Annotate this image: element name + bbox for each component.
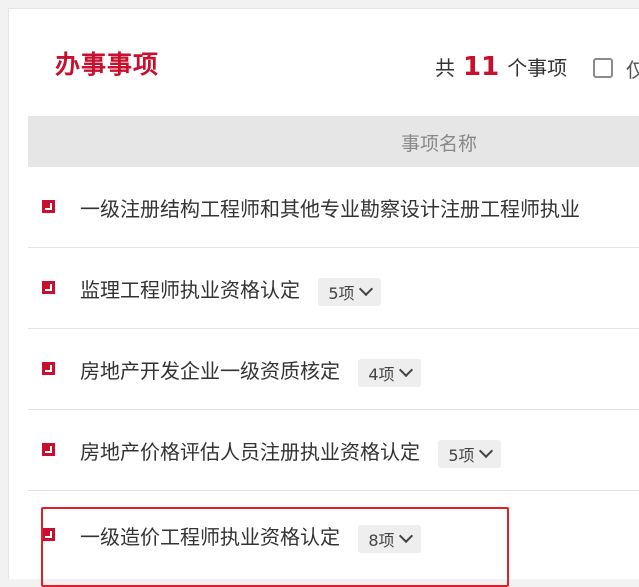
count-value: 11 xyxy=(463,52,500,82)
table-header: 事项名称 xyxy=(28,116,639,167)
highlight-box xyxy=(41,507,509,587)
count-suffix: 个事项 xyxy=(507,56,568,80)
checkbox-label[interactable]: 仅 xyxy=(626,54,639,83)
arrow-square-icon xyxy=(42,443,55,456)
item-title[interactable]: 房地产价格评估人员注册执业资格认定 xyxy=(80,440,420,464)
chevron-down-icon xyxy=(478,443,493,459)
list-item-label[interactable]: 一级注册结构工程师和其他专业勘察设计注册工程师执业 xyxy=(80,193,580,222)
filter-checkbox[interactable] xyxy=(593,58,613,78)
item-title[interactable]: 房地产开发企业一级资质核定 xyxy=(80,359,340,383)
arrow-square-icon xyxy=(42,281,55,294)
page-title: 办事事项 xyxy=(55,50,160,79)
sub-item-dropdown[interactable]: 5项 xyxy=(438,439,501,468)
list-item[interactable]: 监理工程师执业资格认定 5项 xyxy=(28,248,639,329)
sub-item-count: 5项 xyxy=(448,445,475,465)
chevron-down-icon xyxy=(398,362,413,378)
count-prefix: 共 xyxy=(435,56,455,80)
chevron-down-icon xyxy=(358,281,373,297)
list-item-label[interactable]: 房地产开发企业一级资质核定 4项 xyxy=(80,355,421,387)
arrow-square-icon xyxy=(42,200,55,213)
column-header-name: 事项名称 xyxy=(401,133,478,155)
sub-item-dropdown[interactable]: 5项 xyxy=(318,277,381,306)
list-item[interactable]: 一级注册结构工程师和其他专业勘察设计注册工程师执业 xyxy=(28,167,639,248)
list-item[interactable]: 房地产开发企业一级资质核定 4项 xyxy=(28,329,639,410)
list-item-label[interactable]: 监理工程师执业资格认定 5项 xyxy=(80,274,381,306)
list-item-label[interactable]: 房地产价格评估人员注册执业资格认定 5项 xyxy=(80,436,501,468)
sub-item-count: 5项 xyxy=(328,283,355,303)
list-item[interactable]: 房地产价格评估人员注册执业资格认定 5项 xyxy=(28,410,639,491)
sub-item-dropdown[interactable]: 4项 xyxy=(358,358,421,387)
sub-item-count: 4项 xyxy=(368,364,395,384)
item-title[interactable]: 监理工程师执业资格认定 xyxy=(80,278,300,302)
item-title[interactable]: 一级注册结构工程师和其他专业勘察设计注册工程师执业 xyxy=(80,197,580,221)
arrow-square-icon xyxy=(42,362,55,375)
matter-count: 共 11 个事项 xyxy=(435,52,567,82)
